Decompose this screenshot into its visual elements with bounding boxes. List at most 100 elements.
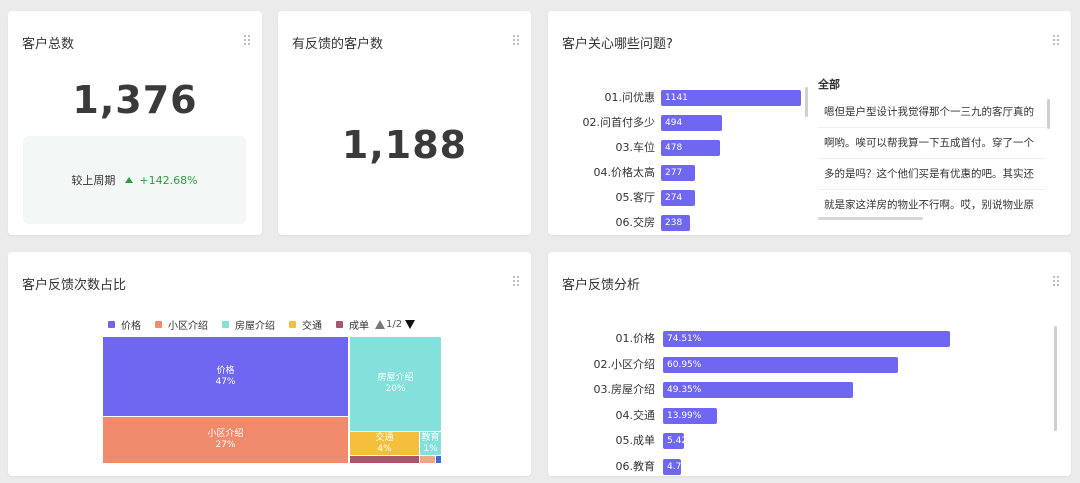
feedback-ratio-treemap: 价格 47% 小区介绍 27% 房屋介绍 20% 交通 4% 教育 1% xyxy=(103,337,441,463)
drag-handle-icon[interactable] xyxy=(513,276,521,288)
feedback-analysis-card: 客户反馈分析 01.价格 74.51% 02.小区介绍 60.95% 03.房屋介绍 49… xyxy=(548,252,1071,476)
bar-row[interactable]: 01.问优惠 1141 xyxy=(548,90,808,106)
bar-label: 04.交通 xyxy=(615,408,656,422)
legend-item[interactable]: 小区介绍 xyxy=(155,317,208,332)
legend-item[interactable]: 交通 xyxy=(289,317,322,332)
bar-label: 05.成单 xyxy=(615,434,656,447)
compare-pct: +142.68% xyxy=(139,173,198,187)
list-horizontal-scrollbar[interactable] xyxy=(818,217,923,220)
feedback-customers-card: 有反馈的客户数 1,188 xyxy=(278,11,531,235)
bar-label: 04.价格太高 xyxy=(593,166,656,179)
treemap-cell[interactable]: 教育 1% xyxy=(420,432,441,455)
drag-handle-icon[interactable] xyxy=(244,35,252,47)
bar-row[interactable]: 03.房屋介绍 49.35% xyxy=(548,382,1048,398)
legend-swatch xyxy=(222,320,229,328)
legend-item[interactable]: 价格 xyxy=(108,317,141,332)
bar-value-label: 277 xyxy=(665,168,683,178)
bar-row[interactable]: 01.价格 74.51% xyxy=(548,331,1048,347)
legend-swatch xyxy=(155,320,162,328)
bar-label: 06.交房 xyxy=(615,216,656,229)
legend-item[interactable]: 房屋介绍 xyxy=(222,317,275,332)
scrollbar-thumb[interactable] xyxy=(1054,326,1057,431)
treemap-cell-name: 交通 xyxy=(375,432,394,443)
bar-row[interactable]: 06.交房 238 xyxy=(548,215,808,231)
treemap-cell-name: 价格 xyxy=(216,365,235,376)
bar-value-label: 238 xyxy=(665,218,683,228)
bar-row[interactable]: 05.成单 5.42% xyxy=(548,433,1048,449)
card-title: 客户反馈分析 xyxy=(562,278,641,293)
treemap-cell-name: 房屋介绍 xyxy=(377,373,414,383)
legend-pager: 1/2 xyxy=(375,318,416,330)
card-title: 客户关心哪些问题? xyxy=(562,37,673,52)
bar-row[interactable]: 06.教育 4.77% xyxy=(548,458,1048,475)
feedback-list-header: 全部 xyxy=(818,78,840,91)
feedback-customers-value: 1,188 xyxy=(341,123,468,167)
bar-value-label: 4.77% xyxy=(667,461,696,472)
treemap-cell[interactable] xyxy=(350,456,419,463)
treemap-cell-pct: 47% xyxy=(215,376,236,387)
bar-value-label: 494 xyxy=(665,118,683,128)
treemap-cell[interactable]: 小区介绍 27% xyxy=(103,417,348,463)
treemap-cell[interactable]: 交通 4% xyxy=(350,432,419,455)
list-item[interactable]: 多的是吗？这个他们买是有优惠的吧。其实还 xyxy=(818,159,1046,190)
bar-label: 01.问优惠 xyxy=(604,91,656,104)
bar-value-label: 478 xyxy=(665,143,683,153)
bar-label: 01.价格 xyxy=(615,332,656,345)
bar-row[interactable]: 05.客厅 274 xyxy=(548,190,808,206)
trend-up-icon xyxy=(125,177,134,183)
compare-label: 较上周期 xyxy=(71,174,116,187)
bar-row[interactable]: 03.车位 478 xyxy=(548,140,808,156)
chart-scrollbar[interactable] xyxy=(805,87,808,117)
drag-handle-icon[interactable] xyxy=(1053,276,1061,288)
card-title: 客户总数 xyxy=(22,37,75,52)
chart-scrollbar[interactable] xyxy=(1054,326,1057,431)
treemap-cell[interactable]: 房屋介绍 20% xyxy=(350,337,441,431)
chart-legend: 价格 小区介绍 房屋介绍 交通 成单 1/2 xyxy=(108,317,416,332)
total-customers-value: 1,376 xyxy=(72,78,198,122)
treemap-cell-name: 小区介绍 xyxy=(207,429,244,439)
legend-swatch xyxy=(108,320,115,328)
treemap-cell[interactable] xyxy=(420,456,435,463)
bar-label: 03.房屋介绍 xyxy=(593,383,656,396)
legend-item[interactable]: 成单 xyxy=(336,317,369,332)
bar-value-label: 74.51% xyxy=(667,334,702,344)
card-title: 客户反馈次数占比 xyxy=(22,278,127,293)
bar-row[interactable]: 04.交通 13.99% xyxy=(548,407,1048,424)
bar-row[interactable]: 02.小区介绍 60.95% xyxy=(548,356,1048,373)
treemap-cell-pct: 1% xyxy=(423,443,438,454)
bar-label: 06.教育 xyxy=(615,459,656,473)
bar[interactable] xyxy=(663,331,950,347)
legend-page-indicator: 1/2 xyxy=(386,318,403,330)
prev-page-icon[interactable] xyxy=(375,319,385,329)
bar-value-label: 1141 xyxy=(665,93,688,103)
bar-label: 03.车位 xyxy=(615,141,656,154)
list-item[interactable]: 嗯但是户型设计我觉得那个一三九的客厅真的 xyxy=(818,97,1046,128)
bar-value-label: 60.95% xyxy=(667,359,702,370)
bar-row[interactable]: 04.价格太高 277 xyxy=(548,165,808,181)
bar-value-label: 49.35% xyxy=(667,385,702,395)
bar-value-label: 274 xyxy=(665,193,683,203)
bar-row[interactable]: 02.问首付多少 494 xyxy=(548,115,808,131)
bar-label: 02.问首付多少 xyxy=(582,116,656,129)
drag-handle-icon[interactable] xyxy=(513,35,521,47)
legend-swatch xyxy=(289,320,296,328)
bar-value-label: 5.42% xyxy=(667,436,696,446)
concerns-card: 客户关心哪些问题? 01.问优惠 1141 02.问首付多少 494 03.车位 478 0… xyxy=(548,11,1071,235)
next-page-icon[interactable] xyxy=(405,319,416,329)
list-item[interactable]: 就是家这洋房的物业不行啊。哎，别说物业原 xyxy=(818,190,1046,213)
treemap-cell-pct: 4% xyxy=(377,443,392,454)
treemap-cell-pct: 27% xyxy=(215,440,236,450)
treemap-cell[interactable]: 价格 47% xyxy=(103,337,348,416)
card-title: 有反馈的客户数 xyxy=(292,37,384,52)
list-item[interactable]: 啊哟。唉可以帮我算一下五成首付。穿了一个 xyxy=(818,128,1046,159)
feedback-ratio-card: 客户反馈次数占比 价格 小区介绍 房屋介绍 交通 成单 1/2 价格 47% 小区介… xyxy=(8,252,531,476)
drag-handle-icon[interactable] xyxy=(1053,35,1061,47)
treemap-cell-pct: 20% xyxy=(385,384,406,394)
bar-label: 02.小区介绍 xyxy=(593,357,656,371)
treemap-cell-name: 教育 xyxy=(421,432,440,443)
scrollbar-thumb[interactable] xyxy=(1047,99,1050,129)
scrollbar-thumb[interactable] xyxy=(805,87,808,117)
bar-value-label: 13.99% xyxy=(667,410,702,421)
list-scrollbar[interactable] xyxy=(1047,99,1050,129)
treemap-cell[interactable] xyxy=(436,456,441,463)
